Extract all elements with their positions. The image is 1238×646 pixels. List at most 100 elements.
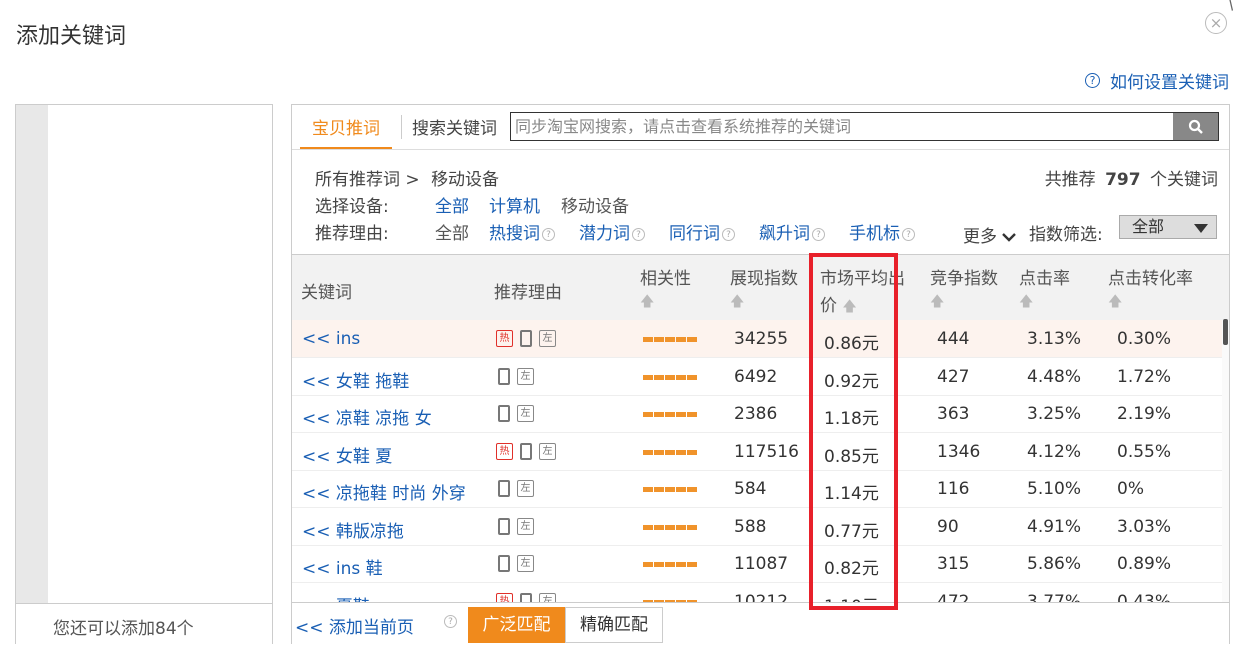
ctr-value: 5.86% (1027, 554, 1082, 574)
relevance-bar-segment (665, 562, 675, 567)
reason-option-rising[interactable]: 飙升词? (759, 219, 825, 244)
reason-option-all[interactable]: 全部 (435, 219, 469, 244)
reason-badges: 左 (496, 517, 534, 535)
table-row[interactable]: << 女鞋 拖鞋 左 6492 0.92元 427 4.48% 1.72% (292, 358, 1222, 396)
more-button[interactable]: 更多 (963, 222, 1017, 247)
cvr-value: 2.19% (1117, 404, 1172, 424)
ctr-value: 4.12% (1027, 441, 1082, 462)
column-header-ctr[interactable]: 点击率 🡅 (1019, 264, 1070, 315)
breadcrumb-root[interactable]: 所有推荐词 > (315, 170, 420, 190)
reason-badges: 左 (496, 555, 534, 572)
table-header: 关键词 推荐理由 相关性 🡅 展现指数 🡅 市场平均出 价 🡅 竞争指数 🡅 点… (292, 254, 1229, 322)
relevance-bar-segment (665, 337, 675, 342)
column-header-impressions[interactable]: 展现指数 🡅 (730, 264, 798, 315)
tab-item-recommend[interactable]: 宝贝推词 (300, 115, 392, 149)
table-row[interactable]: << 女鞋 夏热左 117516 0.85元 1346 4.12% 0.55% (292, 433, 1222, 471)
total-count: 共推荐 797 个关键词 (1045, 165, 1218, 190)
help-link[interactable]: ? 如何设置关键词 (1085, 68, 1229, 93)
table-row[interactable]: << 韩版凉拖 左 588 0.77元 90 4.91% 3.03% (292, 508, 1222, 546)
relevance-bar-segment (654, 374, 664, 380)
question-icon: ? (812, 227, 825, 241)
reason-badges: 左 (496, 480, 534, 497)
mobile-icon (498, 555, 510, 572)
tab-search-keyword[interactable]: 搜索关键词 (412, 115, 497, 143)
reason-badges: 左 (496, 367, 534, 385)
impressions-value: 11087 (734, 554, 789, 574)
exact-match-button[interactable]: 精确匹配 (565, 607, 663, 643)
column-header-avg-price-label: 市场平均出 (820, 269, 905, 289)
reason-option-peer[interactable]: 同行词? (669, 219, 735, 244)
table-row[interactable]: << 凉拖鞋 时尚 外穿 左 584 1.14元 116 5.10% 0% (292, 470, 1222, 508)
relevance-bar-segment (643, 337, 653, 342)
impressions-value: 6492 (734, 366, 778, 387)
keyword-link[interactable]: << 凉鞋 凉拖 女 (302, 404, 432, 429)
sort-arrow-icon: 🡅 (1019, 294, 1034, 310)
reason-badges: 左 (496, 405, 534, 422)
keyword-table-body: << ins 热左 34255 0.86元 444 3.13% 0.30% << 女鞋 拖鞋左… (292, 320, 1222, 603)
sort-arrow-icon: 🡅 (1108, 294, 1123, 310)
keyword-link[interactable]: << ins 鞋 (302, 554, 383, 579)
device-option-pc[interactable]: 计算机 (489, 192, 540, 217)
reason-option-hot[interactable]: 热搜词? (489, 219, 555, 244)
scrollbar-thumb[interactable] (1223, 319, 1228, 345)
search-button[interactable] (1173, 113, 1218, 140)
column-header-competition[interactable]: 竞争指数 🡅 (930, 264, 998, 315)
search-input[interactable] (511, 113, 1173, 140)
column-header-competition-label: 竞争指数 (930, 269, 998, 289)
column-header-cvr-label: 点击转化率 (1108, 269, 1193, 289)
filter-area: 所有推荐词 > 移动设备 共推荐 797 个关键词 选择设备: 全部 计算机 移… (292, 150, 1229, 253)
relevance-bar-segment (654, 449, 664, 455)
column-header-impressions-label: 展现指数 (730, 269, 798, 289)
relevance-bar-segment (687, 562, 697, 567)
keyword-link[interactable]: << 凉拖鞋 时尚 外穿 (302, 479, 466, 504)
left-badge-icon: 左 (517, 517, 534, 535)
relevance-bar-segment (643, 449, 653, 455)
close-icon[interactable]: × (1205, 12, 1227, 34)
search-box (510, 112, 1219, 141)
cvr-value: 0.89% (1117, 554, 1172, 574)
left-badge-icon: 左 (539, 330, 556, 347)
relevance-bar-segment (676, 562, 686, 567)
table-row[interactable]: << ins 热左 34255 0.86元 444 3.13% 0.30% (292, 320, 1222, 358)
index-filter-value: 全部 (1132, 217, 1165, 236)
reason-option-mobile[interactable]: 手机标? (849, 219, 915, 244)
keyword-link[interactable]: << 韩版凉拖 (302, 517, 404, 542)
competition-value: 363 (937, 404, 970, 424)
column-header-avg-price[interactable]: 市场平均出 价 🡅 (820, 264, 905, 320)
sort-arrow-icon: 🡅 (930, 294, 945, 310)
table-row[interactable]: << 夏鞋热左102121.10元4723.77%0.43% (292, 583, 1222, 603)
index-filter-select[interactable]: 全部 (1119, 215, 1217, 239)
device-option-all[interactable]: 全部 (435, 192, 469, 217)
keyword-link[interactable]: << 女鞋 拖鞋 (302, 367, 409, 392)
total-prefix: 共推荐 (1044, 170, 1096, 190)
device-option-mobile[interactable]: 移动设备 (561, 192, 629, 217)
column-header-relevance[interactable]: 相关性 🡅 (640, 264, 691, 315)
reason-option-rising-label: 飙升词 (759, 224, 810, 244)
selected-keywords-strip (16, 105, 48, 603)
cvr-value: 0% (1117, 479, 1144, 499)
keyword-link[interactable]: << 女鞋 夏 (302, 442, 392, 467)
corner-slash-icon: / (1223, 0, 1238, 14)
relevance-bar (643, 337, 697, 342)
broad-match-button[interactable]: 广泛匹配 (468, 607, 565, 643)
remaining-count-text: 您还可以添加84个 (53, 619, 194, 639)
avg-price-value: 0.82元 (824, 559, 879, 579)
left-badge-icon: 左 (539, 442, 556, 460)
relevance-bar-segment (687, 412, 697, 417)
sort-arrow-icon: 🡅 (730, 294, 745, 310)
competition-value: 90 (937, 516, 959, 537)
add-current-page-link[interactable]: << 添加当前页 (295, 613, 414, 638)
relevance-bar-segment (687, 337, 697, 342)
table-row[interactable]: << ins 鞋 左 11087 0.82元 315 5.86% 0.89% (292, 545, 1222, 583)
question-icon: ? (632, 227, 645, 241)
mobile-icon (520, 330, 532, 347)
table-row[interactable]: << 凉鞋 凉拖 女 左 2386 1.18元 363 3.25% 2.19% (292, 395, 1222, 433)
cvr-value: 0.30% (1117, 329, 1172, 349)
relevance-bar-segment (643, 412, 653, 417)
scrollbar-track[interactable] (1222, 320, 1229, 603)
reason-option-potential[interactable]: 潜力词? (579, 219, 645, 244)
column-header-cvr[interactable]: 点击转化率 🡅 (1108, 264, 1193, 315)
question-icon: ? (444, 615, 457, 628)
cvr-value: 3.03% (1117, 516, 1172, 537)
keyword-link[interactable]: << ins (302, 329, 360, 349)
